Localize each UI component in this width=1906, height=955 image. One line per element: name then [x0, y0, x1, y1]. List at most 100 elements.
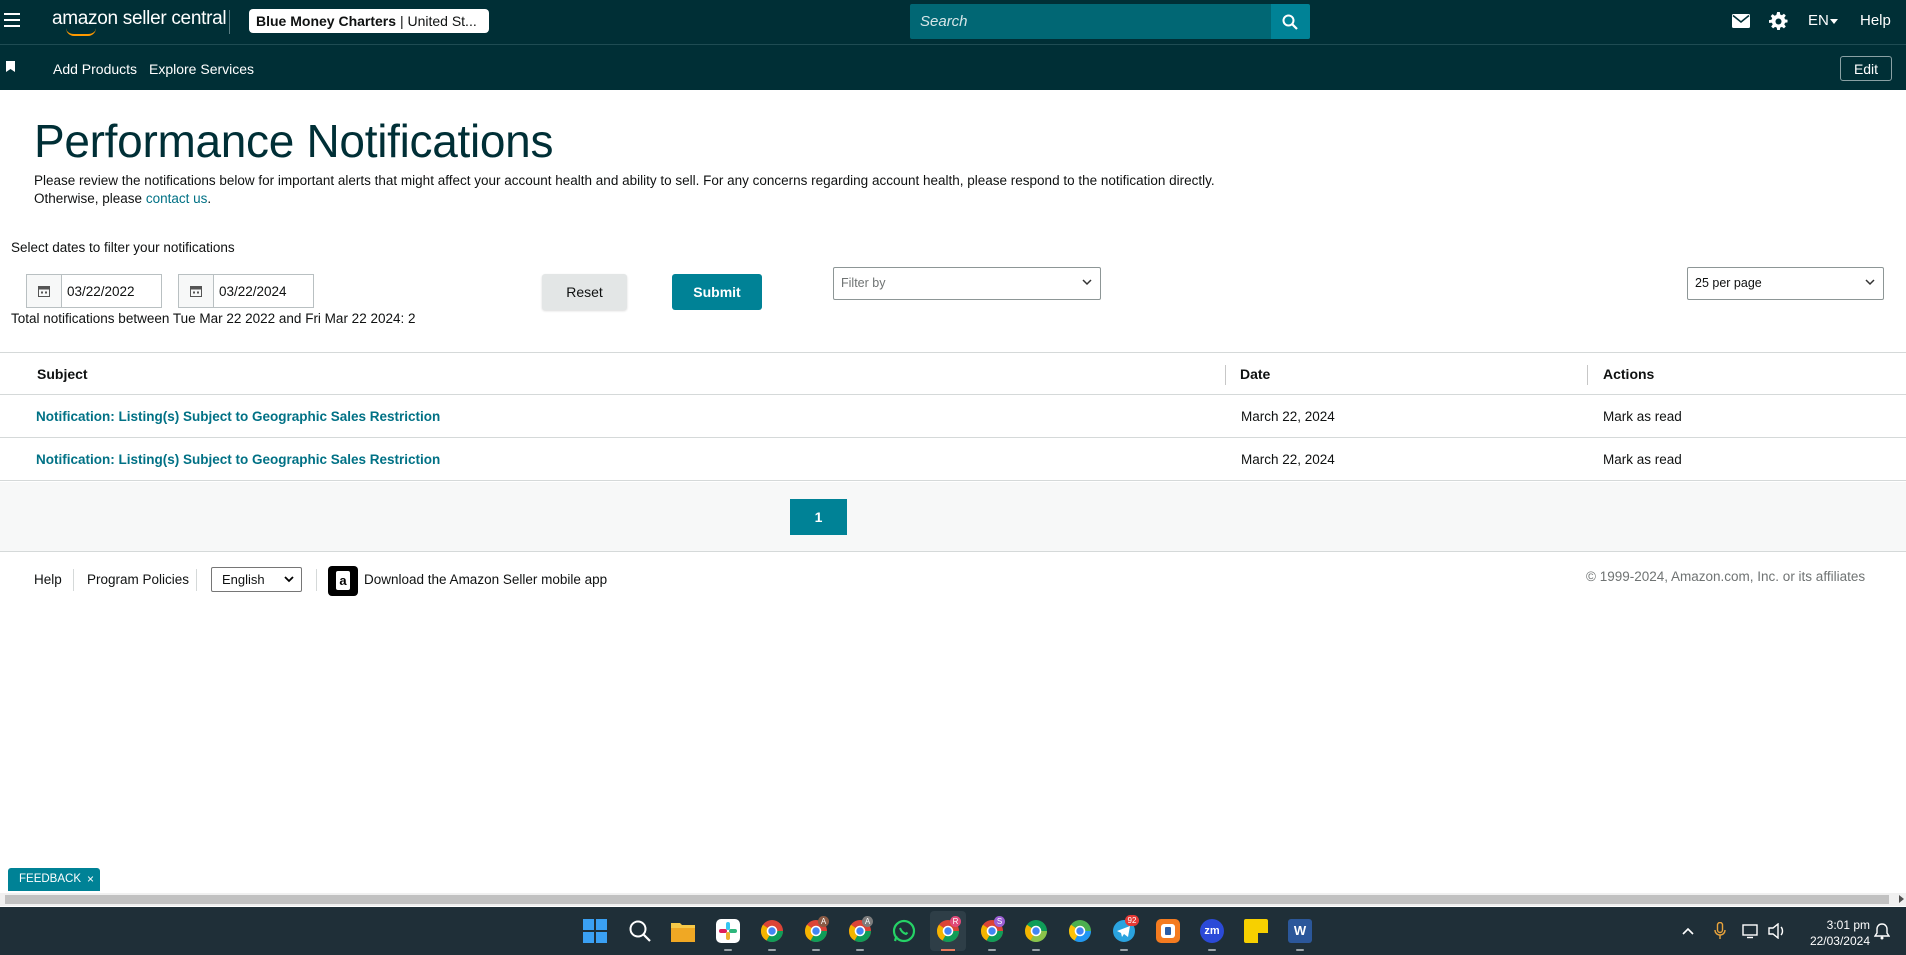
filter-by-placeholder: Filter by — [841, 276, 886, 290]
chrome-profile-badge: S — [994, 916, 1005, 927]
file-explorer-icon[interactable] — [671, 920, 695, 942]
nav-explore-services[interactable]: Explore Services — [149, 61, 254, 77]
start-date-value: 03/22/2022 — [67, 284, 135, 299]
contact-us-link[interactable]: contact us — [146, 191, 208, 206]
account-switcher[interactable]: Blue Money Charters | United St... — [249, 9, 489, 33]
start-date-input[interactable]: 03/22/2022 — [26, 274, 162, 308]
page-intro: Please review the notifications below fo… — [34, 172, 1264, 208]
taskbar-running-indicator — [812, 949, 820, 951]
column-header-date[interactable]: Date — [1240, 366, 1270, 382]
nav-add-products[interactable]: Add Products — [53, 61, 137, 77]
chevron-up-icon[interactable] — [1682, 927, 1694, 935]
table-row: Notification: Listing(s) Subject to Geog… — [0, 395, 1906, 438]
taskbar-running-indicator — [1032, 949, 1040, 951]
filter-by-select[interactable]: Filter by — [833, 267, 1101, 300]
end-date-calendar-button[interactable] — [179, 275, 214, 307]
close-icon[interactable]: × — [87, 868, 94, 891]
seller-central-logo[interactable]: amazon seller central — [52, 8, 227, 30]
scrollbar-thumb[interactable] — [5, 895, 1889, 904]
taskbar-running-indicator — [988, 949, 996, 951]
footer-language-select[interactable]: English — [211, 567, 302, 592]
microsoft-word-icon[interactable]: W — [1288, 919, 1312, 943]
windows-start-icon[interactable] — [583, 919, 607, 943]
chrome-icon[interactable] — [760, 919, 784, 943]
taskbar-date[interactable]: 22/03/2024 — [1790, 934, 1870, 948]
horizontal-scrollbar[interactable] — [0, 893, 1906, 906]
help-link[interactable]: Help — [1860, 12, 1891, 29]
feedback-button[interactable]: FEEDBACK × — [8, 868, 100, 891]
pagination-bar: 1 — [0, 482, 1906, 552]
notification-subject-link[interactable]: Notification: Listing(s) Subject to Geog… — [36, 452, 440, 467]
telegram-badge: 92 — [1125, 915, 1139, 926]
footer-divider — [196, 569, 197, 591]
taskbar-running-indicator — [1296, 949, 1304, 951]
header-divider — [229, 10, 230, 34]
settings-gear-icon[interactable] — [1769, 12, 1788, 31]
table-row: Notification: Listing(s) Subject to Geog… — [0, 438, 1906, 481]
chrome-profile-badge: A — [862, 916, 873, 927]
ringcentral-icon[interactable] — [1156, 919, 1180, 943]
start-date-calendar-button[interactable] — [27, 275, 62, 307]
taskbar-running-indicator — [1120, 949, 1128, 951]
chrome-green-icon[interactable] — [1024, 919, 1048, 943]
date-filter-label: Select dates to filter your notification… — [11, 240, 235, 255]
chevron-down-icon — [1082, 279, 1092, 286]
search-icon[interactable] — [628, 919, 652, 943]
amazon-seller-app-icon[interactable]: a — [328, 566, 358, 596]
sticky-notes-icon[interactable] — [1244, 919, 1268, 943]
column-resize-handle[interactable] — [1225, 365, 1226, 385]
column-header-subject[interactable]: Subject — [37, 366, 88, 382]
search-button[interactable] — [1271, 4, 1310, 39]
zoom-icon[interactable]: zm — [1200, 919, 1224, 943]
notification-bell-icon[interactable] — [1874, 923, 1890, 940]
page-title: Performance Notifications — [34, 115, 554, 167]
end-date-input[interactable]: 03/22/2024 — [178, 274, 314, 308]
notification-date: March 22, 2024 — [1241, 452, 1335, 467]
notification-subject-link[interactable]: Notification: Listing(s) Subject to Geog… — [36, 409, 440, 424]
scroll-right-arrow-icon[interactable] — [1899, 895, 1904, 903]
table-header: Subject Date Actions — [0, 352, 1906, 395]
volume-icon[interactable] — [1768, 923, 1786, 939]
footer-language-value: English — [222, 572, 265, 587]
account-name: Blue Money Charters — [256, 13, 397, 29]
chrome-profile-badge: A — [818, 916, 829, 927]
column-header-actions: Actions — [1603, 366, 1655, 382]
download-app-link[interactable]: Download the Amazon Seller mobile app — [364, 572, 607, 587]
notification-date: March 22, 2024 — [1241, 409, 1335, 424]
account-region: | United St... — [399, 13, 477, 29]
per-page-select[interactable]: 25 per page — [1687, 267, 1884, 300]
end-date-value: 03/22/2024 — [219, 284, 287, 299]
footer-program-policies-link[interactable]: Program Policies — [87, 572, 189, 587]
per-page-value: 25 per page — [1695, 276, 1762, 290]
mark-as-read-link[interactable]: Mark as read — [1603, 409, 1682, 424]
hamburger-menu-icon[interactable] — [4, 13, 20, 28]
bookmark-nav-bar: Add Products Explore Services — [0, 45, 1906, 90]
taskbar-active-indicator — [941, 949, 955, 951]
submit-button[interactable]: Submit — [672, 274, 762, 310]
network-icon[interactable] — [1742, 923, 1760, 939]
calendar-icon — [190, 286, 202, 297]
taskbar-time[interactable]: 3:01 pm — [1790, 918, 1870, 932]
calendar-icon — [38, 286, 50, 297]
bookmark-icon[interactable] — [6, 61, 15, 72]
mark-as-read-link[interactable]: Mark as read — [1603, 452, 1682, 467]
page-1-button[interactable]: 1 — [790, 499, 847, 535]
reset-button[interactable]: Reset — [542, 274, 627, 310]
amazon-smile-logo-icon — [66, 28, 96, 36]
chrome-alt-icon[interactable] — [1068, 919, 1092, 943]
search-input[interactable] — [910, 4, 1271, 39]
language-selector[interactable]: EN — [1808, 12, 1829, 29]
mail-icon[interactable] — [1732, 14, 1750, 28]
slack-icon[interactable] — [716, 919, 740, 943]
footer-help-link[interactable]: Help — [34, 572, 62, 587]
taskbar-running-indicator — [768, 949, 776, 951]
chevron-down-icon — [284, 576, 294, 583]
microphone-icon[interactable] — [1714, 922, 1726, 940]
whatsapp-icon[interactable] — [892, 919, 916, 943]
column-resize-handle[interactable] — [1587, 365, 1588, 385]
edit-bookmarks-button[interactable]: Edit — [1840, 56, 1892, 81]
taskbar-running-indicator — [724, 949, 732, 951]
feedback-label: FEEDBACK — [19, 873, 81, 885]
total-notifications-text: Total notifications between Tue Mar 22 2… — [11, 311, 416, 326]
footer-divider — [73, 569, 74, 591]
